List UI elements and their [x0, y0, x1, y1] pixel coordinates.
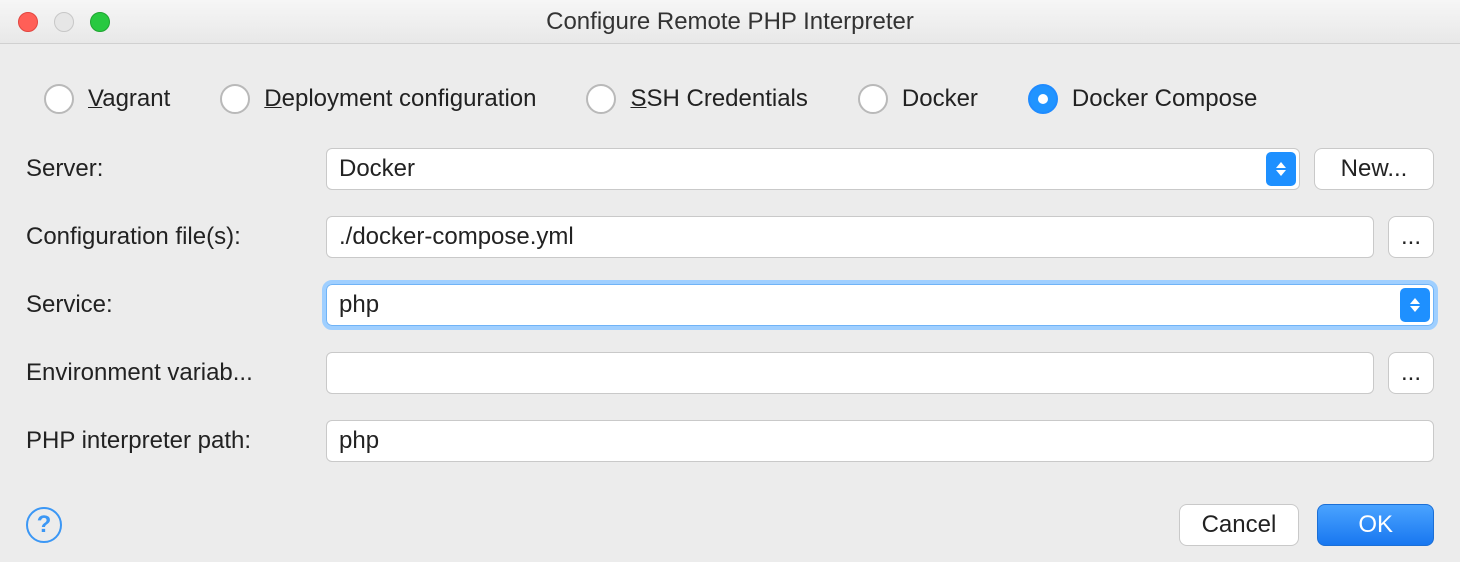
server-label: Server:	[26, 155, 316, 183]
interpreter-type-group: Vagrant Deployment configuration SSH Cre…	[0, 44, 1460, 138]
minimize-window-icon[interactable]	[54, 12, 74, 32]
server-value: Docker	[339, 155, 415, 183]
radio-icon	[586, 84, 616, 114]
window-title: Configure Remote PHP Interpreter	[546, 8, 914, 36]
radio-vagrant[interactable]: Vagrant	[44, 84, 170, 114]
env-vars-input[interactable]	[326, 352, 1374, 394]
radio-deployment[interactable]: Deployment configuration	[220, 84, 536, 114]
close-window-icon[interactable]	[18, 12, 38, 32]
radio-docker[interactable]: Docker	[858, 84, 978, 114]
radio-ssh[interactable]: SSH Credentials	[586, 84, 807, 114]
help-button[interactable]: ?	[26, 507, 62, 543]
server-select[interactable]: Docker	[326, 148, 1300, 190]
browse-env-button[interactable]: ...	[1388, 352, 1434, 394]
env-vars-label: Environment variab...	[26, 359, 316, 387]
radio-label: SSH Credentials	[630, 85, 807, 113]
new-server-button[interactable]: New...	[1314, 148, 1434, 190]
ok-button[interactable]: OK	[1317, 504, 1434, 546]
dialog-footer: ? Cancel OK	[0, 504, 1460, 546]
title-bar: Configure Remote PHP Interpreter	[0, 0, 1460, 44]
radio-label: Deployment configuration	[264, 85, 536, 113]
radio-icon	[1028, 84, 1058, 114]
php-path-value: php	[339, 427, 379, 455]
radio-label: Docker	[902, 85, 978, 113]
config-files-input[interactable]: ./docker-compose.yml	[326, 216, 1374, 258]
cancel-button[interactable]: Cancel	[1179, 504, 1300, 546]
form: Server: Docker New... Configuration file…	[0, 138, 1460, 462]
service-select[interactable]: php	[326, 284, 1434, 326]
radio-icon	[44, 84, 74, 114]
config-files-value: ./docker-compose.yml	[339, 223, 574, 251]
radio-docker-compose[interactable]: Docker Compose	[1028, 84, 1257, 114]
config-files-label: Configuration file(s):	[26, 223, 316, 251]
service-label: Service:	[26, 291, 316, 319]
radio-label: Vagrant	[88, 85, 170, 113]
radio-icon	[220, 84, 250, 114]
radio-icon	[858, 84, 888, 114]
php-path-input[interactable]: php	[326, 420, 1434, 462]
service-value: php	[339, 291, 379, 319]
zoom-window-icon[interactable]	[90, 12, 110, 32]
radio-label: Docker Compose	[1072, 85, 1257, 113]
chevron-updown-icon	[1400, 288, 1430, 322]
php-path-label: PHP interpreter path:	[26, 427, 316, 455]
window-controls	[18, 12, 110, 32]
chevron-updown-icon	[1266, 152, 1296, 186]
browse-config-button[interactable]: ...	[1388, 216, 1434, 258]
